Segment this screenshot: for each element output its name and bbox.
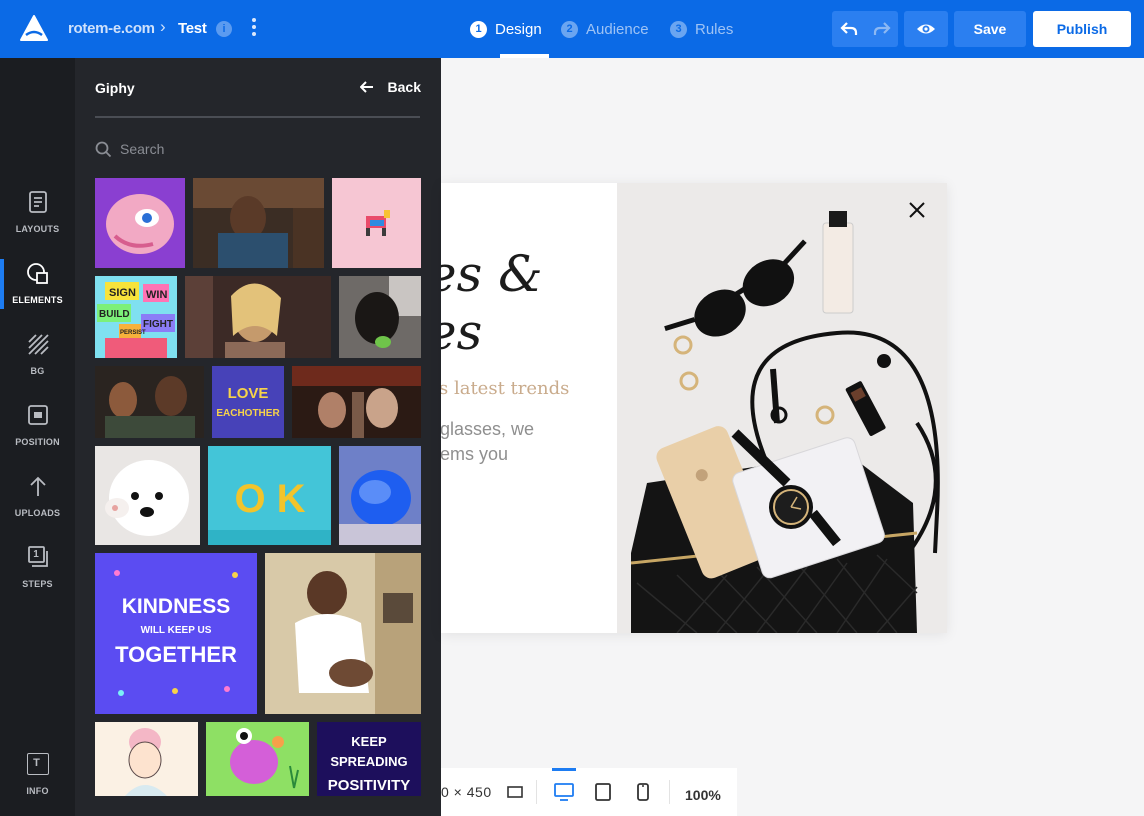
more-options-icon[interactable] — [248, 18, 260, 40]
svg-text:SIGN: SIGN — [109, 287, 136, 299]
gif-thumbnail[interactable]: LOVE EACHOTHER — [212, 366, 284, 438]
gif-thumbnail[interactable] — [95, 446, 200, 545]
zoom-level[interactable]: 100% — [685, 787, 721, 803]
layouts-icon — [28, 191, 47, 213]
svg-text:WIN: WIN — [146, 289, 167, 301]
undo-button[interactable] — [832, 11, 865, 47]
position-icon — [27, 405, 48, 425]
gif-thumbnail[interactable] — [339, 276, 421, 358]
popup-canvas[interactable]: es & es s latest trends glasses, we ems … — [441, 183, 947, 633]
svg-text:WILL KEEP US: WILL KEEP US — [141, 625, 212, 636]
active-device-indicator — [552, 768, 576, 771]
back-button[interactable]: Back — [359, 79, 421, 95]
app-logo-icon[interactable] — [20, 15, 48, 41]
info-badge-icon[interactable]: i — [216, 21, 232, 37]
panel-divider — [95, 116, 420, 118]
rail-item-bg[interactable]: BG — [0, 333, 75, 393]
svg-text:FIGHT: FIGHT — [143, 319, 173, 330]
gif-thumbnail[interactable] — [185, 276, 331, 358]
canvas-dimensions[interactable]: 0 × 450 — [441, 784, 492, 800]
svg-text:KEEP: KEEP — [351, 734, 387, 749]
popup-headline[interactable]: es & es — [441, 245, 543, 361]
gif-thumbnail[interactable]: O K — [208, 446, 331, 545]
arrow-left-icon — [359, 81, 373, 93]
left-rail: LAYOUTS ELEMENTS BG POSITION UPLOADS 1 S… — [0, 58, 75, 816]
redo-button[interactable] — [865, 11, 898, 47]
gif-thumbnail[interactable] — [339, 446, 421, 545]
svg-text:O K: O K — [234, 477, 305, 521]
rail-item-position[interactable]: POSITION — [0, 404, 75, 464]
rail-item-info[interactable]: T INFO — [0, 753, 75, 813]
elements-icon — [26, 263, 48, 284]
gif-thumbnail[interactable] — [206, 722, 309, 796]
tab-rules[interactable]: 3 Rules — [670, 0, 733, 58]
save-button[interactable]: Save — [954, 11, 1026, 47]
fashion-accessories-image — [617, 183, 947, 633]
upload-icon — [29, 476, 46, 496]
gif-thumbnail[interactable] — [332, 178, 421, 268]
rail-item-elements[interactable]: ELEMENTS — [0, 262, 75, 322]
tab-audience[interactable]: 2 Audience — [561, 0, 649, 58]
popup-image[interactable] — [617, 183, 947, 633]
svg-text:BUILD: BUILD — [99, 309, 130, 320]
search-icon — [95, 141, 112, 157]
desktop-view-icon[interactable] — [554, 782, 574, 802]
tab-design[interactable]: 1 Design — [470, 0, 542, 58]
giphy-panel: Giphy Back SIGN WIN BUILD FIGHT PERSIST — [75, 58, 441, 816]
gif-thumbnail[interactable]: SIGN WIN BUILD FIGHT PERSIST — [95, 276, 177, 358]
preview-button[interactable] — [904, 11, 948, 47]
gif-thumbnail[interactable] — [292, 366, 421, 438]
rail-item-uploads[interactable]: UPLOADS — [0, 475, 75, 535]
search-box — [95, 138, 420, 160]
toolbar-divider — [669, 780, 670, 804]
breadcrumb-page[interactable]: Test — [178, 20, 207, 37]
svg-text:SPREADING: SPREADING — [330, 754, 407, 769]
eye-icon — [917, 24, 935, 34]
tab-rules-label: Rules — [695, 20, 734, 38]
publish-button[interactable]: Publish — [1033, 11, 1131, 47]
gif-thumbnail[interactable] — [95, 178, 185, 268]
info-icon: T — [26, 753, 49, 775]
active-tab-indicator — [500, 54, 549, 58]
svg-text:TOGETHER: TOGETHER — [115, 642, 237, 667]
svg-text:PERSIST: PERSIST — [120, 330, 146, 336]
chevron-right-icon: › — [160, 17, 166, 36]
bg-icon — [27, 334, 49, 355]
close-icon[interactable] — [907, 200, 927, 220]
redo-icon — [873, 22, 891, 35]
tab-audience-label: Audience — [586, 20, 649, 38]
steps-icon: 1 — [27, 546, 49, 568]
breadcrumb-site[interactable]: rotem-e.com — [68, 20, 155, 37]
search-input[interactable] — [120, 141, 410, 157]
undo-icon — [839, 22, 857, 35]
svg-text:LOVE: LOVE — [228, 385, 269, 402]
svg-text:KINDNESS: KINDNESS — [122, 595, 231, 618]
resize-icon[interactable] — [505, 782, 525, 802]
mobile-view-icon[interactable] — [633, 782, 653, 802]
popup-subheading[interactable]: s latest trends — [441, 378, 569, 399]
gif-thumbnail[interactable]: KINDNESS WILL KEEP US TOGETHER — [95, 553, 257, 714]
tablet-view-icon[interactable] — [593, 782, 613, 802]
panel-title: Giphy — [95, 80, 135, 96]
tab-design-label: Design — [495, 20, 542, 38]
rail-item-steps[interactable]: 1 STEPS — [0, 546, 75, 606]
svg-text:POSITIVITY: POSITIVITY — [328, 777, 411, 794]
canvas-toolbar: 0 × 450 100% — [441, 768, 737, 816]
top-bar: rotem-e.com › Test i 1 Design 2 Audience… — [0, 0, 1144, 58]
history-controls — [832, 11, 898, 47]
popup-body-text[interactable]: glasses, we ems you — [441, 417, 534, 467]
gif-thumbnail[interactable] — [95, 366, 204, 438]
gif-thumbnail[interactable] — [193, 178, 324, 268]
gif-thumbnail[interactable] — [95, 722, 198, 796]
gif-thumbnail[interactable] — [265, 553, 421, 714]
rail-item-layouts[interactable]: LAYOUTS — [0, 191, 75, 251]
svg-text:EACHOTHER: EACHOTHER — [216, 408, 280, 419]
gif-thumbnail[interactable]: KEEP SPREADING POSITIVITY — [317, 722, 421, 796]
toolbar-divider — [536, 780, 537, 804]
